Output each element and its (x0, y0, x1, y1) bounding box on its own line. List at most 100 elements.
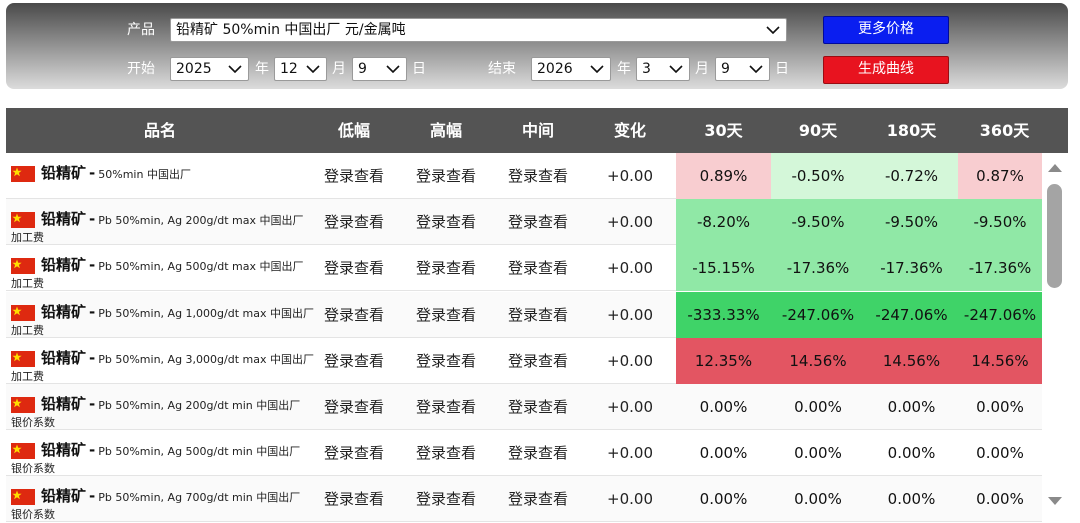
chevron-down-icon (386, 65, 400, 73)
cell-mid[interactable]: 登录查看 (492, 430, 584, 476)
product-spec: 50%min 中国出厂 (98, 168, 191, 181)
cell-30d: 12.35% (676, 337, 771, 384)
cell-low[interactable]: 登录查看 (308, 292, 400, 338)
generate-curve-button[interactable]: 生成曲线 (823, 56, 949, 84)
scroll-down-arrow-icon[interactable] (1046, 496, 1064, 508)
product-name-separator: - (89, 487, 96, 506)
end-label: 结束 (488, 61, 516, 77)
product-name-text: 铅精矿 (41, 302, 87, 321)
cell-180d: -247.06% (865, 291, 958, 338)
cell-change: +0.00 (607, 305, 653, 324)
product-label: 产品 (127, 22, 155, 38)
cell-low[interactable]: 登录查看 (308, 245, 400, 291)
cell-high[interactable]: 登录查看 (400, 245, 492, 291)
table-row[interactable]: 铅精矿 - Pb 50%min, Ag 1,000g/dt max 中国出厂 加工费… (6, 291, 1042, 338)
product-name[interactable]: 铅精矿 - Pb 50%min, Ag 500g/dt max 中国出厂 (41, 254, 304, 275)
cell-360d: 14.56% (958, 337, 1042, 384)
cell-high[interactable]: 登录查看 (400, 338, 492, 384)
cell-high[interactable]: 登录查看 (400, 384, 492, 430)
cell-mid[interactable]: 登录查看 (492, 153, 584, 199)
product-spec-line2: 加工费 (11, 231, 44, 245)
cell-high[interactable]: 登录查看 (400, 153, 492, 199)
table-row[interactable]: 铅精矿 - Pb 50%min, Ag 500g/dt max 中国出厂 加工费 登录… (6, 245, 1042, 292)
cell-change: +0.00 (607, 167, 653, 185)
cell-mid[interactable]: 登录查看 (492, 476, 584, 522)
product-name-text: 铅精矿 (41, 256, 87, 275)
product-name-separator: - (89, 164, 96, 182)
more-prices-button[interactable]: 更多价格 (823, 16, 949, 44)
cell-low[interactable]: 登录查看 (308, 338, 400, 384)
product-name-text: 铅精矿 (41, 164, 87, 182)
cell-high[interactable]: 登录查看 (400, 430, 492, 476)
product-name[interactable]: 铅精矿 - Pb 50%min, Ag 1,000g/dt max 中国出厂 (41, 301, 314, 322)
table-row[interactable]: 铅精矿 - Pb 50%min, Ag 3,000g/dt max 中国出厂 加工费… (6, 337, 1042, 384)
product-spec: Pb 50%min, Ag 500g/dt max 中国出厂 (98, 260, 304, 274)
cell-high[interactable]: 登录查看 (400, 199, 492, 245)
cell-high[interactable]: 登录查看 (400, 476, 492, 522)
china-flag-icon (11, 443, 35, 460)
table-row[interactable]: 铅精矿 - Pb 50%min, Ag 200g/dt min 中国出厂 银价系数 登… (6, 384, 1042, 430)
table-row[interactable]: 铅精矿 - Pb 50%min, Ag 700g/dt min 中国出厂 银价系数 登… (6, 476, 1042, 523)
cell-mid[interactable]: 登录查看 (492, 338, 584, 384)
start-year-value: 2025 (176, 61, 212, 77)
product-name[interactable]: 铅精矿 -50%min 中国出厂 (41, 162, 191, 183)
header-product-name: 品名 (143, 121, 176, 140)
scroll-up-arrow-icon[interactable] (1046, 161, 1064, 173)
cell-90d: -0.50% (771, 153, 865, 199)
product-spec: Pb 50%min, Ag 200g/dt max 中国出厂 (98, 214, 304, 228)
product-name-text: 铅精矿 (41, 210, 87, 229)
product-spec-line2: 银价系数 (11, 462, 55, 476)
cell-low[interactable]: 登录查看 (308, 430, 400, 476)
cell-30d: -15.15% (676, 245, 771, 292)
cell-low[interactable]: 登录查看 (308, 476, 400, 522)
end-day-select[interactable]: 9 (715, 57, 770, 81)
start-month-select[interactable]: 12 (274, 57, 327, 81)
cell-high[interactable]: 登录查看 (400, 292, 492, 338)
header-90d: 90天 (798, 121, 838, 140)
cell-90d: 0.00% (794, 490, 842, 509)
end-month-select[interactable]: 3 (636, 57, 690, 81)
product-spec: Pb 50%min, Ag 700g/dt min 中国出厂 (98, 491, 301, 505)
product-name[interactable]: 铅精矿 - Pb 50%min, Ag 500g/dt min 中国出厂 (41, 439, 300, 460)
chevron-down-icon (766, 26, 780, 34)
cell-change: +0.00 (607, 351, 653, 370)
cell-90d: -9.50% (771, 199, 865, 246)
cell-30d: 0.89% (676, 153, 771, 199)
cell-mid[interactable]: 登录查看 (492, 245, 584, 291)
cell-change: +0.00 (607, 259, 653, 278)
header-change: 变化 (613, 121, 646, 140)
end-month-unit: 月 (695, 61, 709, 77)
cell-mid[interactable]: 登录查看 (492, 292, 584, 338)
cell-mid[interactable]: 登录查看 (492, 384, 584, 430)
cell-low[interactable]: 登录查看 (308, 384, 400, 430)
product-name[interactable]: 铅精矿 - Pb 50%min, Ag 200g/dt max 中国出厂 (41, 208, 304, 229)
product-name[interactable]: 铅精矿 - Pb 50%min, Ag 200g/dt min 中国出厂 (41, 393, 300, 414)
cell-180d: 0.00% (887, 490, 936, 509)
table-row[interactable]: 铅精矿 - Pb 50%min, Ag 500g/dt min 中国出厂 银价系数 登… (6, 430, 1042, 477)
product-name[interactable]: 铅精矿 - Pb 50%min, Ag 3,000g/dt max 中国出厂 (41, 347, 314, 368)
scrollbar-thumb[interactable] (1047, 184, 1062, 288)
product-spec: Pb 50%min, Ag 3,000g/dt max 中国出厂 (98, 352, 314, 366)
end-year-select[interactable]: 2026 (531, 57, 611, 81)
cell-mid[interactable]: 登录查看 (492, 199, 584, 245)
start-day-unit: 日 (412, 61, 426, 77)
table-header: 品名 低幅 高幅 中间 变化 30天 90天 180天 360天 (6, 108, 1068, 153)
china-flag-icon (11, 304, 35, 321)
cell-180d: -0.72% (865, 153, 958, 199)
product-name[interactable]: 铅精矿 - Pb 50%min, Ag 700g/dt min 中国出厂 (41, 485, 300, 506)
start-year-select[interactable]: 2025 (170, 57, 249, 81)
product-select[interactable]: 铅精矿 50%min 中国出厂 元/金属吨 (170, 18, 787, 42)
cell-low[interactable]: 登录查看 (308, 199, 400, 245)
table-row[interactable]: 铅精矿 - Pb 50%min, Ag 200g/dt max 中国出厂 加工费 登录… (6, 199, 1042, 246)
cell-360d: -247.06% (958, 291, 1042, 338)
cell-90d: 14.56% (771, 337, 865, 384)
cell-30d: 0.00% (699, 444, 748, 463)
product-spec: Pb 50%min, Ag 200g/dt min 中国出厂 (98, 399, 301, 412)
cell-360d: 0.00% (976, 398, 1024, 416)
cell-180d: 0.00% (887, 444, 936, 463)
table-row[interactable]: 铅精矿 -50%min 中国出厂 登录查看 登录查看 登录查看 +0.00 0.89% -0… (6, 153, 1042, 199)
product-name-separator: - (89, 395, 96, 413)
start-day-select[interactable]: 9 (352, 57, 407, 81)
cell-low[interactable]: 登录查看 (308, 153, 400, 199)
product-name-separator: - (89, 210, 96, 229)
